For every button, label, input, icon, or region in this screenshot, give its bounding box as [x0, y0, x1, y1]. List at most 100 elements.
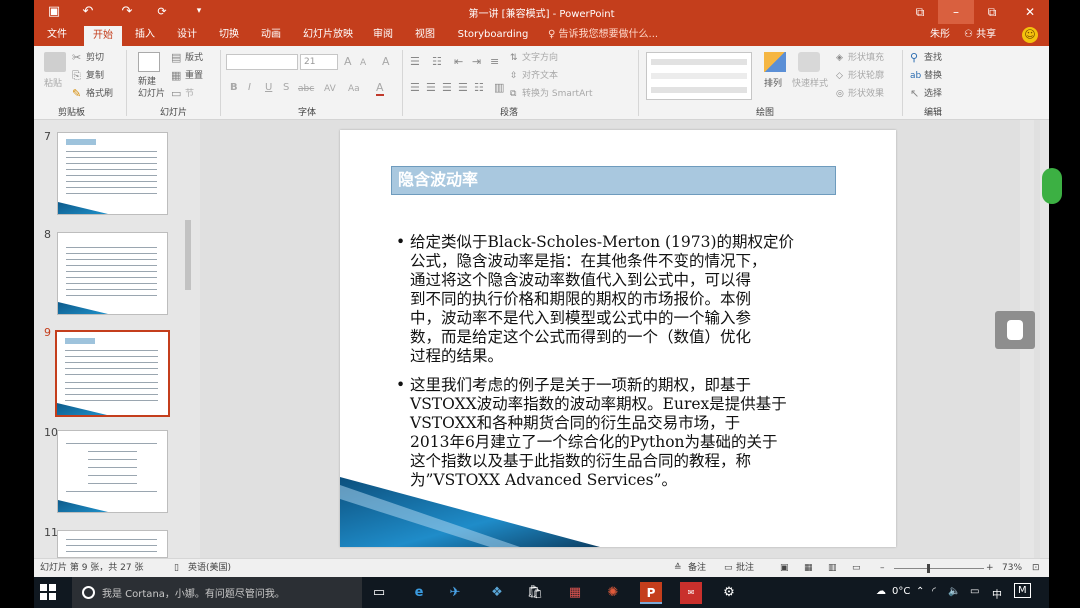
thumbnail-scroll-thumb[interactable]: [185, 220, 191, 290]
font-name-dropdown[interactable]: [226, 54, 298, 70]
character-spacing-button[interactable]: AV: [324, 83, 336, 95]
change-case-button[interactable]: Aa: [348, 83, 360, 95]
tab-file[interactable]: 文件: [42, 24, 72, 46]
distributed-icon[interactable]: ☷: [474, 82, 484, 94]
tab-slide-show[interactable]: 幻灯片放映: [300, 24, 356, 46]
strikethrough-button[interactable]: abc: [298, 83, 314, 95]
feedback-smiley-icon[interactable]: ☺: [1022, 27, 1038, 43]
volume-icon[interactable]: 🔈: [948, 586, 960, 597]
numbering-icon[interactable]: ☷: [432, 56, 442, 68]
bold-button[interactable]: B: [230, 82, 238, 94]
reset-button[interactable]: 重置: [185, 70, 203, 82]
user-name[interactable]: 朱彤: [930, 27, 950, 43]
input-mode-indicator[interactable]: M: [1014, 583, 1031, 598]
section-button[interactable]: 节: [185, 88, 194, 100]
slide-thumbnail[interactable]: [57, 232, 168, 315]
slide-thumbnail[interactable]: [57, 430, 168, 513]
paste-icon[interactable]: [44, 52, 66, 72]
new-slide-button[interactable]: 新建 幻灯片: [138, 76, 165, 100]
align-center-icon[interactable]: ☰: [426, 82, 436, 94]
wifi-icon[interactable]: ◜: [932, 586, 936, 597]
cut-button[interactable]: 剪切: [86, 52, 104, 64]
mail-app-icon[interactable]: ✉: [680, 582, 702, 604]
shrink-font-icon[interactable]: A: [360, 57, 366, 69]
line-spacing-icon[interactable]: ≡: [490, 56, 499, 68]
language-indicator[interactable]: 英语(美国): [188, 562, 231, 574]
underline-button[interactable]: U: [265, 82, 272, 94]
new-slide-icon[interactable]: [138, 52, 160, 72]
bird-app-icon[interactable]: ✈: [444, 582, 466, 604]
tab-design[interactable]: 设计: [172, 24, 202, 46]
font-size-dropdown[interactable]: 21: [300, 54, 338, 70]
fit-to-window-icon[interactable]: ⊡: [1032, 562, 1040, 574]
font-color-button[interactable]: A: [376, 82, 384, 96]
shadow-s-button[interactable]: S: [283, 82, 289, 94]
temperature[interactable]: 0°C: [892, 586, 910, 597]
copy-button[interactable]: 复制: [86, 70, 104, 82]
text-direction-button[interactable]: 文字方向: [522, 52, 558, 64]
bullet-paragraph[interactable]: • 给定类似于Black-Scholes-Merton (1973)的期权定价 …: [396, 233, 870, 366]
thumbnail-scrollbar[interactable]: [184, 122, 192, 554]
bullet-paragraph[interactable]: • 这里我们考虑的例子是关于一项新的期权，即基于 VSTOXX波动率指数的波动率…: [396, 376, 870, 490]
align-text-button[interactable]: 对齐文本: [522, 70, 558, 82]
app-icon[interactable]: ❖: [486, 582, 508, 604]
grow-font-icon[interactable]: A: [344, 56, 352, 68]
action-center-icon[interactable]: ▭: [970, 586, 979, 597]
task-view-icon[interactable]: ▭: [368, 582, 390, 604]
edge-browser-icon[interactable]: e: [408, 582, 430, 604]
input-method-indicator[interactable]: 中: [992, 586, 1002, 601]
zoom-level[interactable]: 73%: [1002, 562, 1022, 574]
replace-button[interactable]: 替换: [924, 70, 942, 82]
chevron-up-icon[interactable]: ⌃: [916, 586, 924, 597]
arrange-button[interactable]: 排列: [764, 78, 782, 90]
ribbon-display-options-icon[interactable]: ⧉: [902, 0, 938, 24]
italic-button[interactable]: I: [248, 82, 251, 94]
shape-outline-button[interactable]: 形状轮廓: [848, 70, 884, 82]
zoom-out-button[interactable]: –: [880, 562, 885, 574]
zoom-in-button[interactable]: +: [986, 562, 994, 574]
app-icon-red[interactable]: ▦: [564, 582, 586, 604]
shape-fill-button[interactable]: 形状填充: [848, 52, 884, 64]
tab-review[interactable]: 审阅: [368, 24, 398, 46]
tab-transitions[interactable]: 切换: [214, 24, 244, 46]
zoom-slider[interactable]: [894, 568, 984, 569]
zoom-slider-thumb[interactable]: [927, 564, 930, 573]
decrease-indent-icon[interactable]: ⇤: [454, 56, 463, 68]
slide-thumbnail-selected[interactable]: [55, 330, 170, 417]
comments-button[interactable]: 批注: [736, 562, 754, 574]
slide-thumbnail[interactable]: [57, 132, 168, 215]
slideshow-icon[interactable]: ▭: [852, 562, 861, 574]
browser-icon[interactable]: ✺: [602, 582, 624, 604]
shape-effects-button[interactable]: 形状效果: [848, 88, 884, 100]
reading-view-icon[interactable]: ▥: [828, 562, 837, 574]
maximize-button[interactable]: ⧉: [974, 0, 1010, 24]
tab-storyboarding[interactable]: Storyboarding: [452, 24, 534, 46]
slide-sorter-icon[interactable]: ▦: [804, 562, 813, 574]
slide-canvas[interactable]: 隐含波动率 • 给定类似于Black-Scholes-Merton (1973)…: [340, 130, 896, 547]
select-button[interactable]: 选择: [924, 88, 942, 100]
slide-title-box[interactable]: 隐含波动率: [391, 166, 836, 195]
spell-check-icon[interactable]: ▯: [174, 562, 179, 574]
notes-button[interactable]: 备注: [688, 562, 706, 574]
floating-green-handle[interactable]: [1042, 168, 1062, 204]
find-button[interactable]: 查找: [924, 52, 942, 64]
minimize-button[interactable]: –: [938, 0, 974, 24]
paste-label[interactable]: 粘贴: [44, 78, 62, 90]
bullets-icon[interactable]: ☰: [410, 56, 420, 68]
tab-animations[interactable]: 动画: [256, 24, 286, 46]
clear-formatting-icon[interactable]: A: [382, 56, 390, 68]
close-button[interactable]: ✕: [1012, 0, 1048, 24]
tell-me-search[interactable]: ♀ 告诉我您想要做什么...: [548, 27, 658, 43]
store-icon[interactable]: 🛍: [524, 582, 546, 604]
quick-styles-icon[interactable]: [798, 52, 820, 72]
cortana-search-box[interactable]: 我是 Cortana，小娜。有问题尽管问我。: [72, 577, 362, 608]
format-painter-button[interactable]: 格式刷: [86, 88, 113, 100]
columns-icon[interactable]: ▥: [494, 82, 504, 94]
shapes-gallery[interactable]: [646, 52, 752, 100]
arrange-icon[interactable]: [764, 52, 786, 72]
align-right-icon[interactable]: ☰: [442, 82, 452, 94]
weather-cloud-icon[interactable]: ☁: [876, 586, 886, 597]
floating-tool-button[interactable]: [995, 311, 1035, 349]
convert-smartart-button[interactable]: 转换为 SmartArt: [522, 88, 592, 100]
share-button[interactable]: ⚇ 共享: [964, 27, 996, 43]
